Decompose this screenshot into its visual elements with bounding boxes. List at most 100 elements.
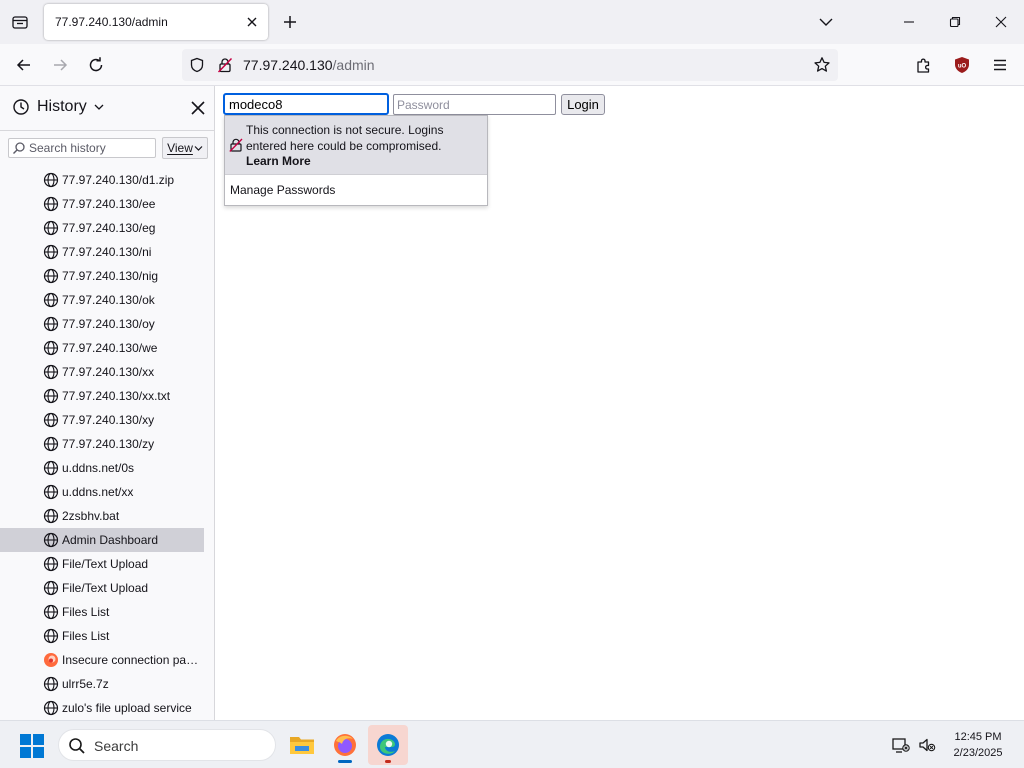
globe-icon xyxy=(43,340,59,356)
history-item-label: 77.97.240.130/xx.txt xyxy=(62,389,171,403)
password-field[interactable] xyxy=(393,94,556,115)
history-search-input[interactable] xyxy=(29,140,153,156)
history-item[interactable]: 77.97.240.130/ee xyxy=(0,192,204,216)
file-explorer-taskbar-button[interactable] xyxy=(282,725,322,765)
history-item-label: 77.97.240.130/ok xyxy=(62,293,155,307)
clock-time: 12:45 PM xyxy=(954,731,1002,743)
globe-icon xyxy=(43,700,59,716)
login-button[interactable]: Login xyxy=(561,94,605,115)
edge-icon xyxy=(377,734,399,756)
globe-icon xyxy=(43,556,59,572)
sidebar-switcher[interactable]: History xyxy=(12,98,104,116)
windows-start-icon[interactable] xyxy=(20,734,44,758)
globe-icon xyxy=(43,628,59,644)
chevron-down-icon[interactable] xyxy=(814,12,838,32)
history-item[interactable]: ulrr5e.7z xyxy=(0,672,204,696)
new-tab-icon[interactable] xyxy=(278,10,302,34)
history-item-label: Admin Dashboard xyxy=(62,533,159,547)
globe-icon xyxy=(43,292,59,308)
globe-icon xyxy=(43,172,59,188)
history-item-label: u.ddns.net/0s xyxy=(62,461,135,475)
tab-close-icon[interactable] xyxy=(244,14,260,30)
history-item[interactable]: 77.97.240.130/xx.txt xyxy=(0,384,204,408)
taskbar-search-box[interactable]: Search xyxy=(58,729,276,761)
url-host: 77.97.240.130 xyxy=(243,57,333,73)
forward-arrow-icon[interactable] xyxy=(46,51,74,79)
history-item-label: 2zsbhv.bat xyxy=(62,509,120,523)
view-menu-button[interactable]: View xyxy=(162,137,208,159)
history-item-label: 77.97.240.130/xx xyxy=(62,365,155,379)
back-arrow-icon[interactable] xyxy=(10,51,38,79)
history-item[interactable]: File/Text Upload xyxy=(0,576,204,600)
url-path: /admin xyxy=(332,57,375,73)
insecure-login-warning[interactable]: This connection is not secure. Logins en… xyxy=(225,116,487,174)
history-item[interactable]: Files List xyxy=(0,624,204,648)
globe-icon xyxy=(43,436,59,452)
globe-icon xyxy=(43,604,59,620)
history-item[interactable]: Files List xyxy=(0,600,204,624)
history-item[interactable]: File/Text Upload xyxy=(0,552,204,576)
active-tab[interactable]: 77.97.240.130/admin xyxy=(44,4,268,40)
globe-icon xyxy=(43,412,59,428)
history-item[interactable]: 77.97.240.130/oy xyxy=(0,312,204,336)
history-item[interactable]: Admin Dashboard xyxy=(0,528,204,552)
history-item[interactable]: 77.97.240.130/xx xyxy=(0,360,204,384)
reload-icon[interactable] xyxy=(82,51,110,79)
username-field[interactable] xyxy=(223,93,389,115)
sidebar-title: History xyxy=(37,98,87,115)
menu-hamburger-icon[interactable] xyxy=(986,51,1014,79)
globe-icon xyxy=(43,388,59,404)
shield-icon[interactable] xyxy=(188,56,206,74)
system-clock[interactable]: 12:45 PM 2/23/2025 xyxy=(940,729,1016,761)
history-item-label: 77.97.240.130/oy xyxy=(62,317,155,331)
history-item[interactable]: 77.97.240.130/eg xyxy=(0,216,204,240)
ublock-origin-icon[interactable]: uO xyxy=(948,51,976,79)
history-item[interactable]: Insecure connection pass... xyxy=(0,648,204,672)
extensions-puzzle-icon[interactable] xyxy=(910,51,938,79)
windows-taskbar: Search 12:45 PM 2/23/2025 xyxy=(0,720,1024,768)
insecure-lock-icon[interactable] xyxy=(216,56,234,74)
insecure-warning-text: This connection is not secure. Logins en… xyxy=(246,123,444,153)
history-search-box[interactable] xyxy=(8,138,156,158)
learn-more-link[interactable]: Learn More xyxy=(246,154,311,168)
history-item[interactable]: zulo's file upload service xyxy=(0,696,204,720)
history-item[interactable]: 77.97.240.130/ni xyxy=(0,240,204,264)
restore-icon[interactable] xyxy=(940,8,970,36)
globe-icon xyxy=(43,364,59,380)
history-item[interactable]: u.ddns.net/xx xyxy=(0,480,204,504)
manage-passwords-item[interactable]: Manage Passwords xyxy=(230,183,335,197)
window-close-icon[interactable] xyxy=(986,8,1016,36)
history-item[interactable]: 77.97.240.130/ok xyxy=(0,288,204,312)
history-item[interactable]: 77.97.240.130/zy xyxy=(0,432,204,456)
navigation-toolbar: 77.97.240.130/admin uO xyxy=(0,44,1024,86)
running-indicator xyxy=(338,760,352,763)
history-sidebar: History View 77.97.240.130/d1.zip77.97.2… xyxy=(0,86,215,720)
globe-icon xyxy=(43,460,59,476)
divider xyxy=(225,174,487,175)
minimize-icon[interactable] xyxy=(894,8,924,36)
history-item-label: ulrr5e.7z xyxy=(62,677,109,691)
folder-icon xyxy=(290,737,314,754)
history-item-label: 77.97.240.130/eg xyxy=(62,221,156,235)
globe-icon xyxy=(43,580,59,596)
firefox-taskbar-button[interactable] xyxy=(325,725,365,765)
history-item[interactable]: 77.97.240.130/nig xyxy=(0,264,204,288)
clock-icon xyxy=(13,99,29,115)
volume-muted-icon[interactable] xyxy=(918,736,936,754)
history-item[interactable]: 77.97.240.130/d1.zip xyxy=(0,168,204,192)
history-item-label: Files List xyxy=(62,629,110,643)
bookmark-star-icon[interactable] xyxy=(812,55,832,75)
sidebar-close-icon[interactable] xyxy=(188,98,208,118)
history-item[interactable]: 77.97.240.130/xy xyxy=(0,408,204,432)
network-icon[interactable] xyxy=(892,736,910,754)
globe-icon xyxy=(43,484,59,500)
tab-list-icon[interactable] xyxy=(6,8,34,36)
history-list: 77.97.240.130/d1.zip 77.97.240.130/ee 77.9… xyxy=(0,168,215,720)
history-item[interactable]: 77.97.240.130/we xyxy=(0,336,204,360)
history-item[interactable]: u.ddns.net/0s xyxy=(0,456,204,480)
history-item[interactable]: 2zsbhv.bat xyxy=(0,504,204,528)
address-bar[interactable]: 77.97.240.130/admin xyxy=(182,49,838,81)
tab-strip: 77.97.240.130/admin xyxy=(0,0,1024,44)
globe-icon xyxy=(43,508,59,524)
edge-taskbar-button[interactable] xyxy=(368,725,408,765)
